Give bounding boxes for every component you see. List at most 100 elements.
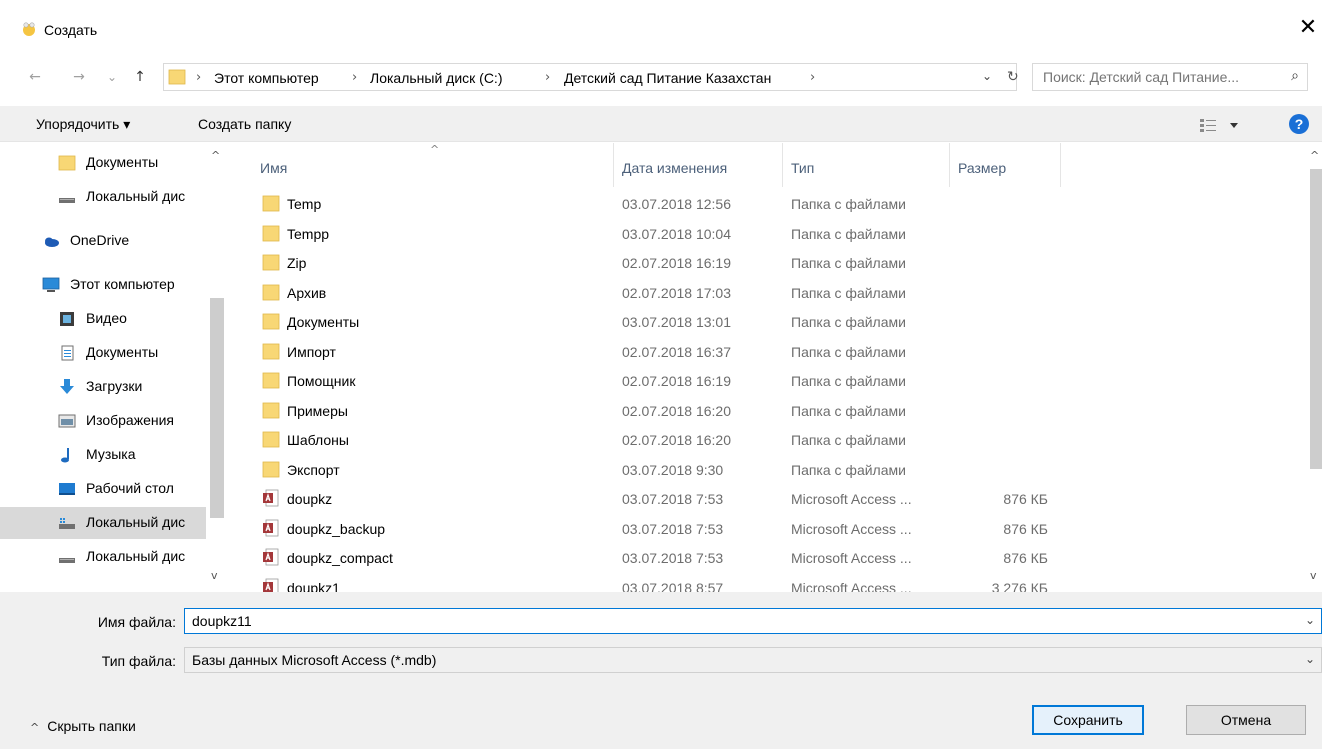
file-type: Microsoft Access ...	[791, 579, 912, 593]
sidebar-item-music[interactable]: Музыка	[0, 439, 206, 471]
sidebar-item-local-disk-selected[interactable]: Локальный дис	[0, 507, 206, 539]
forward-button[interactable]: →	[70, 67, 88, 87]
file-type: Папка с файлами	[791, 343, 906, 360]
help-icon[interactable]: ?	[1289, 114, 1309, 134]
table-row[interactable]: Помощник 02.07.2018 16:19 Папка с файлами	[240, 366, 1308, 395]
table-row[interactable]: Импорт 02.07.2018 16:37 Папка с файлами	[240, 337, 1308, 366]
column-header-type[interactable]: Тип	[791, 160, 814, 176]
table-row[interactable]: Экспорт 03.07.2018 9:30 Папка с файлами	[240, 455, 1308, 484]
sidebar-item-label: Этот компьютер	[70, 276, 175, 292]
sidebar-item-local-disk-2[interactable]: Локальный дис	[0, 541, 206, 573]
desktop-icon	[59, 483, 75, 495]
sidebar-item-video[interactable]: Видео	[0, 303, 206, 335]
table-row[interactable]: doupkz1 03.07.2018 8:57 Microsoft Access .…	[240, 573, 1308, 593]
sidebar-item-desktop[interactable]: Рабочий стол	[0, 473, 206, 505]
file-list: ^ Имя Дата изменения Тип Размер Temp 03.0…	[240, 143, 1308, 592]
save-button[interactable]: Сохранить	[1032, 705, 1144, 735]
sidebar-item-pictures[interactable]: Изображения	[0, 405, 206, 437]
cancel-button[interactable]: Отмена	[1186, 705, 1306, 735]
column-divider[interactable]	[782, 143, 783, 187]
navigation-pane: Документы Локальный дис OneDrive Этот ко…	[0, 143, 228, 592]
folder-icon	[262, 402, 280, 418]
table-row[interactable]: doupkz_backup 03.07.2018 7:53 Microsoft Ac…	[240, 514, 1308, 543]
column-header-date[interactable]: Дата изменения	[622, 160, 727, 176]
view-options-button[interactable]	[1200, 115, 1250, 135]
access-db-icon	[263, 519, 279, 536]
sidebar-item-label: Музыка	[86, 446, 136, 462]
table-row[interactable]: Архив 02.07.2018 17:03 Папка с файлами	[240, 278, 1308, 307]
table-row[interactable]: Шаблоны 02.07.2018 16:20 Папка с файлами	[240, 425, 1308, 454]
file-type: Папка с файлами	[791, 314, 906, 330]
sidebar-item-this-pc[interactable]: Этот компьютер	[0, 269, 206, 301]
file-list-scrollbar[interactable]: ^ v	[1308, 143, 1322, 592]
search-box[interactable]: ⌕	[1032, 63, 1308, 91]
recent-locations-button[interactable]: ⌄	[103, 67, 121, 87]
scrollbar-thumb[interactable]	[1310, 169, 1322, 469]
folder-icon	[262, 254, 280, 271]
table-row[interactable]: Tempp 03.07.2018 10:04 Папка с файлами	[240, 219, 1308, 248]
sidebar-item-documents[interactable]: Документы	[0, 337, 206, 369]
sidebar-item-label: Документы	[86, 154, 159, 170]
table-row[interactable]: Документы 03.07.2018 13:01 Папка с файлами	[240, 307, 1308, 336]
close-button[interactable]: ✕	[1294, 14, 1322, 42]
back-button[interactable]: ←	[26, 67, 44, 87]
sidebar-item-downloads[interactable]: Загрузки	[0, 371, 206, 403]
up-button[interactable]: ↑	[131, 67, 149, 87]
chevron-down-icon[interactable]: ⌄	[1305, 652, 1315, 666]
scroll-up-icon[interactable]: ^	[211, 149, 220, 162]
sidebar-item-onedrive[interactable]: OneDrive	[0, 225, 206, 257]
file-date: 02.07.2018 16:20	[622, 432, 731, 448]
breadcrumb-computer[interactable]: Этот компьютер	[214, 70, 319, 86]
scroll-down-icon[interactable]: v	[211, 569, 218, 582]
app-icon	[23, 22, 35, 36]
save-form: Имя файла: doupkz11 ⌄ Тип файла: Базы да…	[0, 592, 1322, 749]
folder-icon	[262, 343, 280, 359]
file-size: 876 КБ	[1003, 491, 1048, 507]
sidebar-item-label: Видео	[86, 310, 127, 326]
new-folder-button[interactable]: Создать папку	[198, 116, 291, 132]
filename-field[interactable]: doupkz11 ⌄	[184, 608, 1322, 634]
column-divider[interactable]	[613, 143, 614, 187]
column-header-size[interactable]: Размер	[958, 160, 1006, 176]
table-row[interactable]: Примеры 02.07.2018 16:20 Папка с файлами	[240, 396, 1308, 425]
refresh-button[interactable]: ↻	[1007, 69, 1019, 85]
video-icon	[60, 312, 74, 326]
breadcrumb-local-disk[interactable]: Локальный диск (C:)	[370, 70, 503, 86]
chevron-down-icon[interactable]: ⌄	[1305, 613, 1315, 627]
table-row[interactable]: doupkz 03.07.2018 7:53 Microsoft Access ..…	[240, 484, 1308, 513]
column-header-name[interactable]: Имя	[260, 160, 287, 176]
table-row[interactable]: Zip 02.07.2018 16:19 Папка с файлами	[240, 248, 1308, 277]
download-icon	[60, 379, 74, 394]
scroll-down-icon[interactable]: v	[1310, 569, 1317, 582]
file-type: Папка с файлами	[791, 196, 906, 212]
scroll-up-icon[interactable]: ^	[1310, 149, 1319, 162]
onedrive-icon	[45, 237, 59, 247]
search-input[interactable]	[1043, 68, 1277, 86]
filetype-value[interactable]: Базы данных Microsoft Access (*.mdb)	[192, 652, 436, 668]
filename-value[interactable]: doupkz11	[192, 613, 252, 629]
address-bar[interactable]: › Этот компьютер › Локальный диск (C:) ›…	[163, 63, 1019, 91]
scrollbar-thumb[interactable]	[210, 298, 224, 518]
table-row[interactable]: Temp 03.07.2018 12:56 Папка с файлами	[240, 189, 1308, 218]
column-divider[interactable]	[1060, 143, 1061, 187]
organize-button[interactable]: Упорядочить ▾	[36, 116, 130, 133]
filetype-select[interactable]: Базы данных Microsoft Access (*.mdb) ⌄	[184, 647, 1322, 673]
breadcrumb-current-folder[interactable]: Детский сад Питание Казахстан	[564, 70, 771, 86]
sidebar-item-label: Загрузки	[86, 378, 143, 394]
sidebar-item-local-disk[interactable]: Локальный дис	[0, 181, 206, 213]
file-type: Папка с файлами	[791, 255, 906, 271]
sidebar-scrollbar[interactable]: ^ v	[206, 143, 228, 592]
sidebar-item-documents-quick[interactable]: Документы	[0, 147, 206, 179]
chevron-down-icon[interactable]: ⌄	[982, 69, 992, 83]
file-date: 02.07.2018 16:19	[622, 373, 731, 389]
file-date: 03.07.2018 13:01	[622, 314, 731, 330]
file-name: Документы	[287, 314, 360, 330]
table-row[interactable]: doupkz_compact 03.07.2018 7:53 Microsoft A…	[240, 543, 1308, 572]
sidebar-item-label: Локальный дис	[86, 188, 186, 204]
file-size: 3 276 КБ	[991, 579, 1048, 593]
hide-folders-button[interactable]: ^ Скрыть папки	[30, 718, 136, 734]
search-icon[interactable]: ⌕	[1291, 68, 1299, 84]
column-divider[interactable]	[949, 143, 950, 187]
access-db-icon	[263, 548, 279, 566]
file-name: doupkz1	[287, 579, 340, 593]
